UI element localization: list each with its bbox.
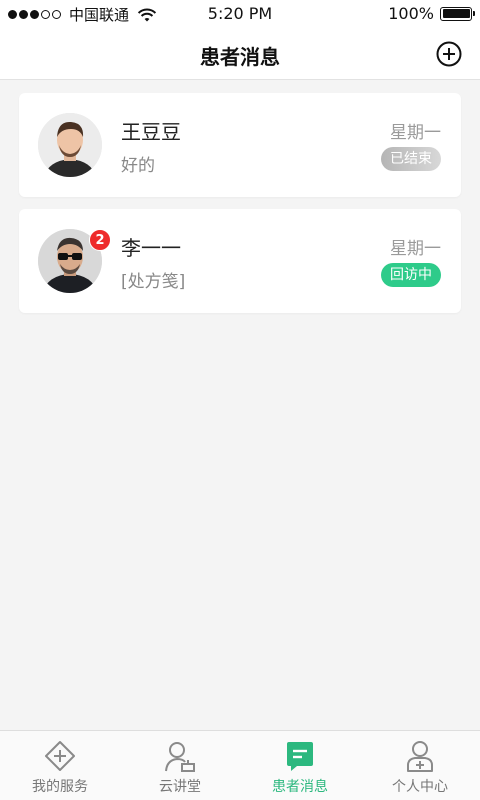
message-day: 星期一 — [390, 239, 441, 259]
avatar — [38, 113, 102, 177]
status-right: 100% — [388, 4, 475, 23]
unread-badge: 2 — [89, 229, 111, 251]
tab-label: 患者消息 — [272, 779, 328, 795]
tab-my-services[interactable]: 我的服务 — [0, 731, 120, 800]
tab-label: 我的服务 — [32, 779, 88, 795]
message-day: 星期一 — [390, 123, 441, 143]
tab-label: 个人中心 — [392, 779, 448, 795]
tab-label: 云讲堂 — [159, 779, 201, 795]
message-preview: [处方笺] — [121, 272, 186, 292]
plus-circle-icon[interactable] — [436, 41, 462, 67]
battery-icon — [440, 6, 475, 21]
battery-percent: 100% — [388, 4, 434, 23]
message-list: 王豆豆 好的 星期一 已结束 2 李一一 [处方笺] 星期一 回访中 — [19, 93, 461, 325]
status-bar: 中国联通 5:20 PM 100% — [0, 0, 480, 28]
status-badge: 回访中 — [381, 263, 441, 287]
tab-patient-messages[interactable]: 患者消息 — [240, 731, 360, 800]
person-plus-icon — [407, 741, 433, 772]
lecture-user-icon — [165, 742, 195, 772]
message-preview: 好的 — [121, 156, 155, 176]
nav-bar: 患者消息 — [0, 28, 480, 80]
message-item[interactable]: 2 李一一 [处方笺] 星期一 回访中 — [19, 209, 461, 313]
message-item[interactable]: 王豆豆 好的 星期一 已结束 — [19, 93, 461, 197]
tab-cloud-lecture[interactable]: 云讲堂 — [120, 731, 240, 800]
avatar-image — [38, 113, 102, 177]
status-badge: 已结束 — [381, 147, 441, 171]
tab-bar: 我的服务 云讲堂 患者消息 个人中心 — [0, 730, 480, 800]
contact-name: 王豆豆 — [121, 120, 181, 144]
page-title: 患者消息 — [200, 45, 280, 69]
plus-diamond-icon — [45, 741, 75, 771]
battery-fill — [442, 9, 470, 18]
chat-bubble-icon — [287, 742, 313, 771]
tab-personal-center[interactable]: 个人中心 — [360, 731, 480, 800]
contact-name: 李一一 — [121, 236, 181, 260]
